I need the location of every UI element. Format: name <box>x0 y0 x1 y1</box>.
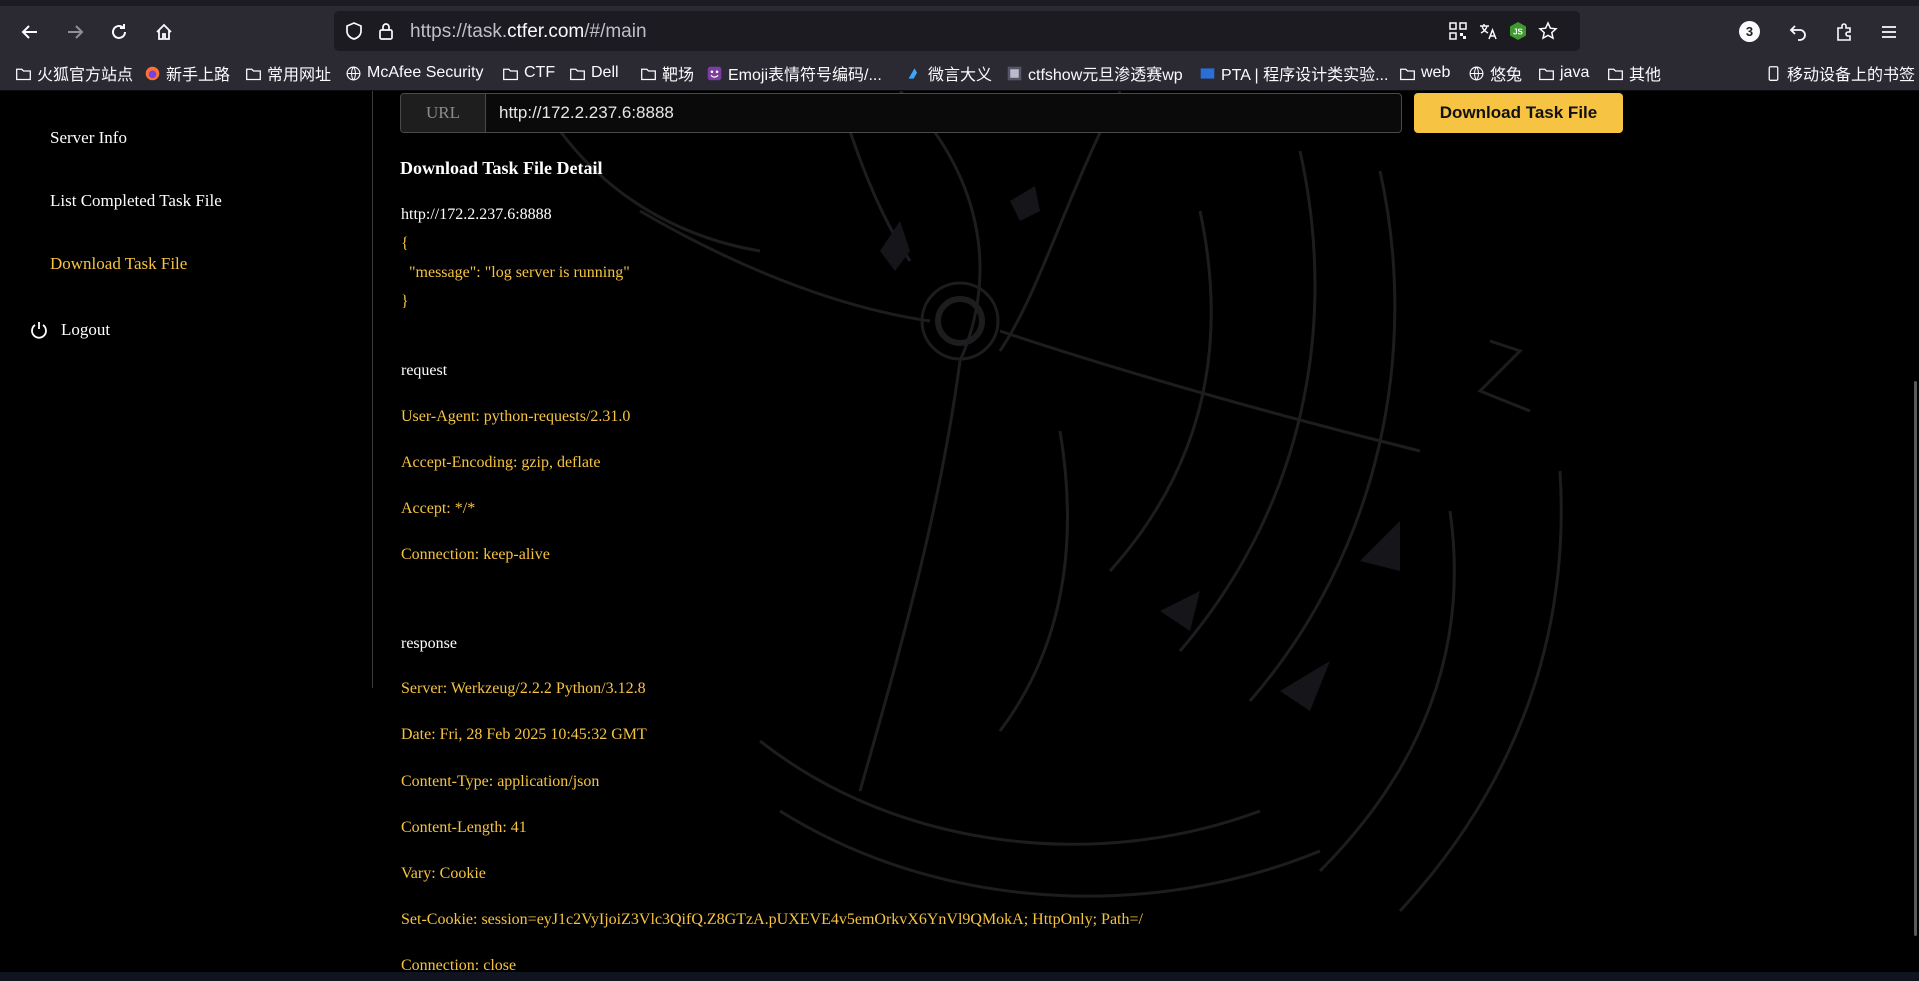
hamburger-menu-icon <box>1882 26 1896 38</box>
request-header-line: User-Agent: python-requests/2.31.0 <box>401 408 631 425</box>
folder-icon <box>1539 68 1554 80</box>
response-header-line: Vary: Cookie <box>401 865 486 882</box>
url-text[interactable]: https://task.ctfer.com/#/main <box>410 21 647 43</box>
extensions-count-badge[interactable]: 3 <box>1739 21 1760 42</box>
response-body-line: } <box>401 293 409 310</box>
undo-button[interactable] <box>1781 15 1815 49</box>
sidebar-item-server-info[interactable]: Server Info <box>50 128 127 148</box>
url-addon-label: URL <box>401 94 486 132</box>
forward-button[interactable] <box>58 15 92 49</box>
back-arrow-icon <box>21 25 37 39</box>
url-input-group: URL http://172.2.237.6:8888 <box>400 93 1402 133</box>
bookmark-item[interactable]: Emoji表情符号编码/... <box>706 62 882 84</box>
svg-text:JS: JS <box>1513 28 1523 37</box>
bookmarks-toolbar: 火狐官方站点 新手上路 常用网址 McAfee Security CTF Del… <box>0 56 1919 91</box>
undo-icon <box>1789 25 1806 41</box>
bookmark-item[interactable]: java <box>1538 62 1589 84</box>
logout-button[interactable]: Logout <box>29 320 110 340</box>
nodejs-extension-icon[interactable]: JS <box>1508 21 1528 41</box>
sidebar-divider <box>372 91 373 688</box>
response-header-line: Content-Type: application/json <box>401 773 600 790</box>
sidebar-item-list-completed-task-file[interactable]: List Completed Task File <box>50 191 222 211</box>
mobile-icon <box>1768 65 1779 81</box>
response-body-line: "message": "log server is running" <box>401 264 630 281</box>
response-header-line: Set-Cookie: session=eyJ1c2VyIjoiZ3Vlc3Qi… <box>401 911 1143 928</box>
back-button[interactable] <box>13 15 47 49</box>
menu-button[interactable] <box>1872 15 1906 49</box>
translate-icon[interactable] <box>1478 21 1498 41</box>
response-header-line: Server: Werkzeug/2.2.2 Python/3.12.8 <box>401 680 646 697</box>
bookmark-item[interactable]: 靶场 <box>640 62 694 84</box>
request-header-line: Accept: */* <box>401 500 476 517</box>
folder-icon <box>641 68 656 80</box>
bookmark-item[interactable]: McAfee Security <box>345 62 483 84</box>
sidebar-item-download-task-file[interactable]: Download Task File <box>50 254 187 274</box>
firefox-icon <box>145 66 160 80</box>
response-header-line: Date: Fri, 28 Feb 2025 10:45:32 GMT <box>401 726 647 743</box>
home-button[interactable] <box>147 15 181 49</box>
target-url: http://172.2.237.6:8888 <box>401 206 552 223</box>
bookmark-star-icon[interactable] <box>1538 21 1558 41</box>
folder-icon <box>503 68 518 80</box>
bookmark-item[interactable]: 常用网址 <box>245 62 331 84</box>
home-icon <box>156 23 172 40</box>
url-input[interactable]: http://172.2.237.6:8888 <box>499 94 674 132</box>
bookmark-item[interactable]: Dell <box>569 62 619 84</box>
reload-button[interactable] <box>102 15 136 49</box>
main-content: URL http://172.2.237.6:8888 Download Tas… <box>400 91 1700 981</box>
folder-icon <box>246 68 261 80</box>
taskbar-strip <box>0 972 1919 981</box>
tracking-shield-icon[interactable] <box>344 21 364 41</box>
bookmark-item[interactable]: 其他 <box>1607 62 1661 84</box>
folder-icon <box>1400 68 1415 80</box>
power-icon <box>31 322 47 339</box>
site-icon <box>1007 66 1022 80</box>
bookmark-item[interactable]: 悠兔 <box>1468 62 1522 84</box>
response-body-line: { <box>401 235 409 252</box>
bookmark-item[interactable]: 微言大义 <box>906 62 992 84</box>
emoji-site-icon <box>707 66 722 80</box>
logout-label: Logout <box>61 320 111 339</box>
bookmark-item[interactable]: 火狐官方站点 <box>15 62 133 84</box>
globe-icon <box>346 66 361 80</box>
request-header-line: Connection: keep-alive <box>401 546 550 563</box>
bookmark-item[interactable]: ctfshow元旦渗透赛wp <box>1006 62 1183 84</box>
site-icon <box>908 67 918 79</box>
browser-toolbar: https://task.ctfer.com/#/main JS 3 <box>0 6 1919 56</box>
lock-icon[interactable] <box>376 21 396 41</box>
puzzle-icon <box>1837 23 1851 41</box>
sidebar: Server Info List Completed Task File Dow… <box>0 91 373 981</box>
bookmark-item[interactable]: 移动设备上的书签 <box>1765 62 1915 84</box>
folder-icon <box>16 68 31 80</box>
page-scrollbar[interactable] <box>1914 381 1917 936</box>
folder-icon <box>570 68 585 80</box>
extensions-button[interactable] <box>1827 15 1861 49</box>
site-icon <box>1200 67 1215 79</box>
bookmark-item[interactable]: 新手上路 <box>144 62 230 84</box>
reload-icon <box>112 24 126 39</box>
download-task-file-button[interactable]: Download Task File <box>1414 93 1623 133</box>
bookmark-item[interactable]: CTF <box>502 62 555 84</box>
response-section-label: response <box>401 635 457 652</box>
page-content: Server Info List Completed Task File Dow… <box>0 91 1919 981</box>
address-bar[interactable]: https://task.ctfer.com/#/main JS <box>334 11 1580 51</box>
request-section-label: request <box>401 362 448 379</box>
forward-arrow-icon <box>68 25 84 39</box>
folder-icon <box>1608 68 1623 80</box>
response-header-line: Content-Length: 41 <box>401 819 527 836</box>
request-header-line: Accept-Encoding: gzip, deflate <box>401 454 601 471</box>
bookmark-item[interactable]: web <box>1399 62 1450 84</box>
qr-code-icon[interactable] <box>1448 21 1468 41</box>
bookmark-item[interactable]: PTA | 程序设计类实验... <box>1199 62 1388 84</box>
globe-icon <box>1469 66 1484 80</box>
detail-title: Download Task File Detail <box>400 158 603 178</box>
